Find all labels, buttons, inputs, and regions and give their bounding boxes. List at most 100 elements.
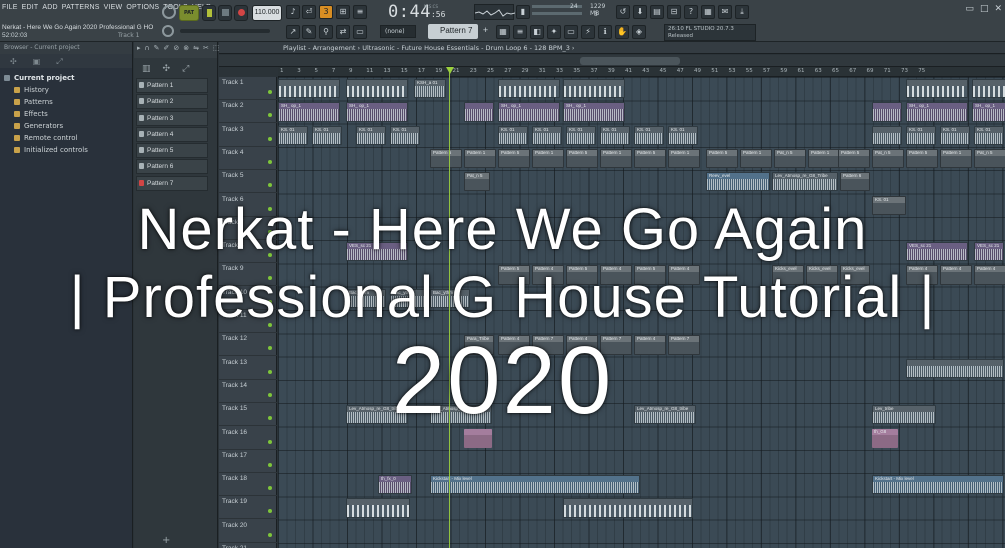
- track-enable-led-icon[interactable]: [268, 323, 272, 327]
- minimize-icon[interactable]: ▭: [965, 4, 974, 14]
- track-header[interactable]: Track 15: [219, 403, 277, 427]
- undo-icon[interactable]: ↺: [616, 5, 630, 19]
- atmosphere-clip[interactable]: Lev_Atmosp_re_G8_tribe: [634, 405, 696, 425]
- kick-sample-clip[interactable]: KS. 01: [940, 125, 970, 145]
- browser-item-history[interactable]: History: [6, 84, 126, 96]
- track-header[interactable]: Track 5: [219, 170, 277, 194]
- track-enable-led-icon[interactable]: [268, 346, 272, 351]
- pattern-clip[interactable]: Pattern 4: [634, 335, 666, 355]
- pattern-clip[interactable]: Pattern 4: [974, 265, 1005, 285]
- pattern-item[interactable]: Pattern 6: [136, 159, 208, 175]
- info-icon[interactable]: ℹ: [598, 25, 612, 39]
- pattern-item[interactable]: Pattern 1: [136, 78, 208, 93]
- pattern-clip[interactable]: Pattern 4: [668, 265, 700, 285]
- track-enable-led-icon[interactable]: [268, 392, 272, 397]
- keyboard-icon[interactable]: ▭: [353, 25, 367, 39]
- browser-search-icon[interactable]: ⤢: [56, 57, 62, 66]
- pattern-clip[interactable]: Pattern 5: [634, 148, 666, 169]
- track-header[interactable]: Track 17: [219, 450, 277, 473]
- fx-clip[interactable]: [464, 428, 492, 448]
- pattern-clip[interactable]: Pat_n 5: [774, 148, 806, 169]
- browser-item-generators[interactable]: Generators: [6, 120, 126, 132]
- stop-button[interactable]: [218, 5, 232, 21]
- pattern-clip[interactable]: Pattern 5: [706, 148, 738, 169]
- track-header[interactable]: Track 21: [219, 543, 277, 548]
- kick-sample-clip[interactable]: KS. 01: [906, 125, 936, 145]
- time-format-label[interactable]: M:S:CS: [424, 4, 438, 9]
- drum-loop-clip[interactable]: [278, 79, 340, 99]
- drum-loop-clip[interactable]: [346, 498, 410, 518]
- slip-tool-icon[interactable]: ⇋: [193, 44, 199, 52]
- close-icon[interactable]: ✕: [994, 4, 1002, 14]
- atmosphere-clip[interactable]: Lev_Atmosp_re_G8_tribe: [346, 405, 408, 425]
- pattern-clip[interactable]: Pattern 4: [940, 265, 972, 285]
- master-volume-knob-icon[interactable]: [162, 5, 176, 19]
- bass-clip[interactable]: Bac_ythm: [430, 288, 470, 308]
- kick-level-clip[interactable]: Kicks_evel: [806, 265, 838, 285]
- hand-icon[interactable]: ✋: [615, 25, 629, 39]
- kick-level-clip[interactable]: Kicks_evel: [772, 265, 804, 285]
- menu-file[interactable]: FILE: [2, 4, 18, 11]
- browser-item-initialized-controls[interactable]: Initialized controls: [6, 144, 126, 156]
- kick-sample-clip[interactable]: [872, 125, 902, 145]
- pattern-clip[interactable]: Pat_n 5: [974, 148, 1005, 169]
- shaker-clip[interactable]: SH_ op_1: [346, 102, 408, 122]
- pattern-clip[interactable]: Pattern 5: [838, 148, 870, 169]
- pattern-clip[interactable]: Pattern 4: [600, 265, 632, 285]
- play-button[interactable]: [202, 5, 216, 21]
- kick-sample-clip[interactable]: KS. 01: [278, 125, 308, 145]
- output-monitor-icon[interactable]: ▮: [516, 5, 530, 19]
- atmosphere-clip[interactable]: Lev_Atmosp_re_G8_Tribe: [772, 172, 838, 192]
- arrangement-grid[interactable]: KSH_a 01 SH_ op_1 SH_ op_1 SH_ op_1 SH_ op_1…: [278, 77, 1005, 548]
- pattern-clip[interactable]: Pattern 5: [566, 148, 598, 169]
- speaker-icon[interactable]: ◈: [632, 25, 646, 39]
- kick-sample-clip[interactable]: KS. 01: [390, 125, 420, 145]
- loop-marker-icon[interactable]: [446, 67, 454, 74]
- track-header[interactable]: Track 11: [219, 310, 277, 333]
- track-enable-led-icon[interactable]: [268, 90, 272, 94]
- shaker-clip[interactable]: [872, 102, 902, 122]
- paint-icon[interactable]: ✎: [302, 25, 316, 39]
- track-enable-led-icon[interactable]: [268, 299, 272, 304]
- browser-item-remote-control[interactable]: Remote control: [6, 132, 126, 144]
- track-enable-led-icon[interactable]: [268, 253, 272, 258]
- menu-edit[interactable]: EDIT: [22, 4, 39, 11]
- track-enable-led-icon[interactable]: [268, 113, 272, 118]
- menu-add[interactable]: ADD: [42, 4, 57, 11]
- kick-sample-clip[interactable]: KS. 01: [532, 125, 562, 145]
- pattern-clip[interactable]: Pattern 5: [566, 265, 598, 285]
- track-enable-led-icon[interactable]: [268, 369, 272, 374]
- pattern-clip[interactable]: Pattern 4: [532, 265, 564, 285]
- fx-clip[interactable]: th_fx_0: [378, 475, 412, 495]
- pattern-clip[interactable]: Pattern 4: [566, 335, 598, 355]
- para-clip[interactable]: Para_Tribe: [464, 335, 494, 355]
- horizontal-scroll-thumb[interactable]: [580, 57, 680, 65]
- track-header[interactable]: Track 14: [219, 380, 277, 403]
- metronome-icon[interactable]: ♪: [286, 5, 300, 19]
- kick-sample-clip[interactable]: KS. 01: [312, 125, 342, 145]
- pattern-clip[interactable]: Pattern 1: [940, 148, 972, 169]
- track-enable-led-icon[interactable]: [268, 159, 272, 164]
- kick-sample-clip[interactable]: KS. 01: [600, 125, 630, 145]
- track-enable-led-icon[interactable]: [268, 532, 272, 537]
- track-header[interactable]: Track 2: [219, 100, 277, 124]
- browser-toggle-icon[interactable]: ◧: [530, 25, 544, 39]
- pattern-item[interactable]: Pattern 3: [136, 110, 208, 126]
- message-icon[interactable]: ✉: [718, 5, 732, 19]
- kick-sample-clip[interactable]: KS. 01: [974, 125, 1004, 145]
- menu-patterns[interactable]: PATTERNS: [62, 4, 100, 11]
- track-header[interactable]: Track 18: [219, 473, 277, 497]
- record-button[interactable]: [234, 5, 248, 21]
- magnet-icon[interactable]: ∩: [145, 44, 150, 52]
- pattern-clip[interactable]: Pattern 7: [668, 335, 700, 355]
- shaker-clip[interactable]: SH_ op_1: [498, 102, 560, 122]
- reverb-clip[interactable]: Reev_evel: [706, 172, 770, 192]
- mixer-icon[interactable]: ⊟: [667, 5, 681, 19]
- pattern-selector[interactable]: Pattern 7 +: [428, 24, 491, 39]
- track-enable-led-icon[interactable]: [268, 229, 272, 234]
- channel-rack-icon[interactable]: ▦: [496, 25, 510, 39]
- pattern-clip[interactable]: Pat_n 5: [872, 148, 904, 169]
- atmosphere-clip[interactable]: [906, 358, 1004, 378]
- resize-icon[interactable]: ⤢: [182, 64, 189, 74]
- track-enable-led-icon[interactable]: [268, 206, 272, 211]
